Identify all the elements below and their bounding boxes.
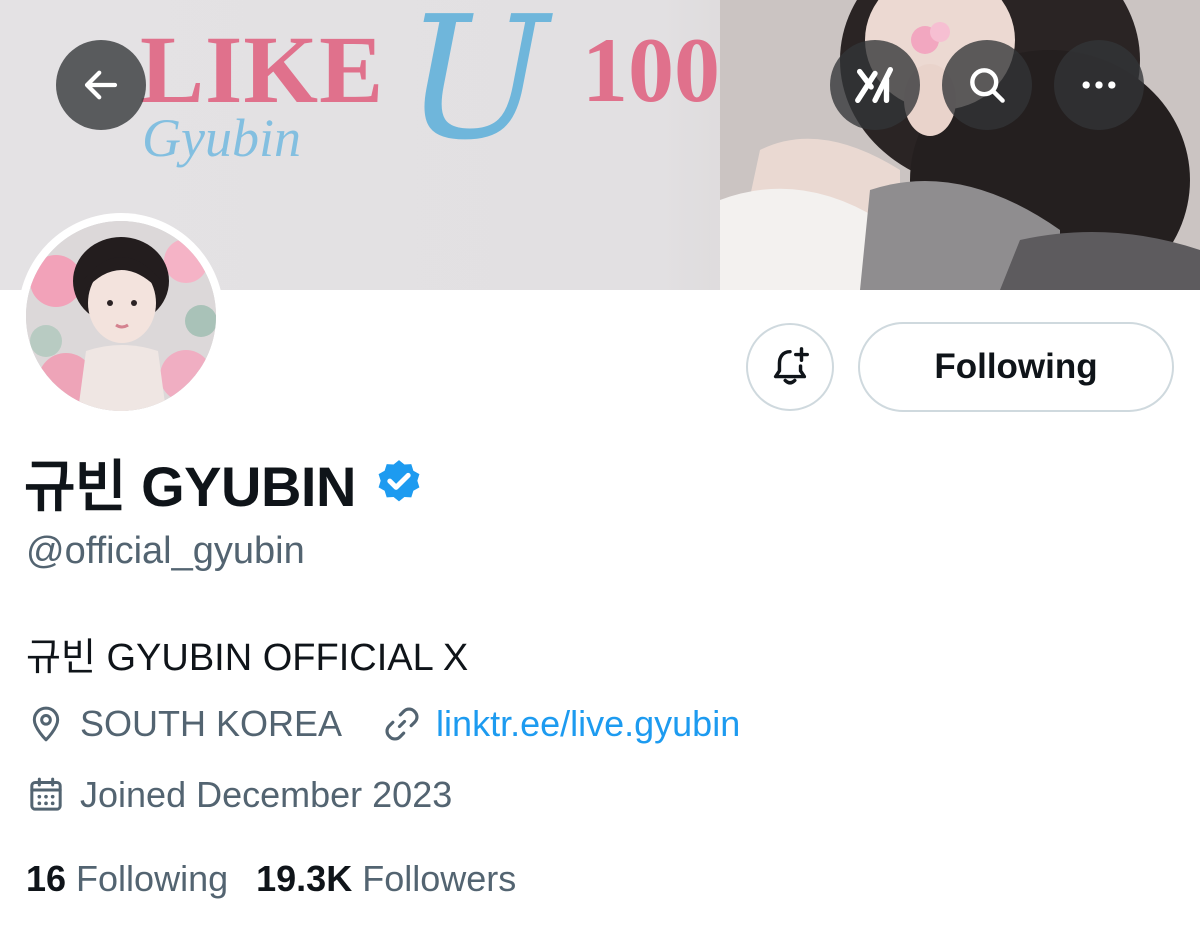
verified-badge-icon[interactable] — [374, 457, 424, 507]
followers-label: Followers — [362, 858, 517, 899]
grok-icon — [855, 66, 894, 104]
following-count: 16 — [26, 858, 67, 899]
profile-location: SOUTH KOREA — [80, 703, 343, 744]
banner-u-text: U — [405, 0, 549, 178]
avatar-photo — [26, 221, 216, 411]
link-icon — [385, 707, 419, 741]
following-button[interactable]: Following — [858, 322, 1174, 412]
profile-meta-row: SOUTH KOREA linktr.ee/live.gyubin — [26, 697, 740, 751]
grok-button[interactable] — [830, 40, 920, 130]
banner-100-text: 100 — [582, 19, 720, 121]
profile-website-link[interactable]: linktr.ee/live.gyubin — [436, 703, 740, 745]
back-button[interactable] — [56, 40, 146, 130]
search-icon — [970, 68, 1005, 103]
more-icon — [1082, 81, 1116, 89]
location-pin-icon — [32, 706, 60, 742]
profile-stats: 16 Following 19.3K Followers — [26, 852, 516, 906]
display-name-text: 규빈 GYUBIN — [24, 454, 356, 518]
search-button[interactable] — [942, 40, 1032, 130]
followers-count-link[interactable]: 19.3K Followers — [256, 858, 516, 900]
more-options-button[interactable] — [1054, 40, 1144, 130]
profile-bio: 규빈 GYUBIN OFFICIAL X — [26, 637, 469, 679]
calendar-icon — [30, 777, 62, 811]
profile-display-name: 규빈 GYUBIN — [24, 446, 424, 518]
banner-gyubin-text: Gyubin — [142, 108, 301, 168]
following-label: Following — [76, 858, 229, 899]
profile-joined-row: Joined December 2023 — [26, 768, 452, 822]
notification-subscribe-button[interactable] — [746, 323, 834, 411]
profile-handle: @official_gyubin — [26, 530, 305, 572]
avatar[interactable] — [18, 213, 224, 419]
arrow-left-icon — [84, 70, 118, 100]
profile-joined-date: Joined December 2023 — [80, 774, 453, 815]
following-count-link[interactable]: 16 Following — [26, 858, 228, 900]
banner-like-text: LIKE — [140, 16, 385, 123]
followers-count: 19.3K — [256, 858, 353, 899]
bell-plus-icon — [773, 347, 809, 385]
avatar-image — [26, 221, 216, 411]
